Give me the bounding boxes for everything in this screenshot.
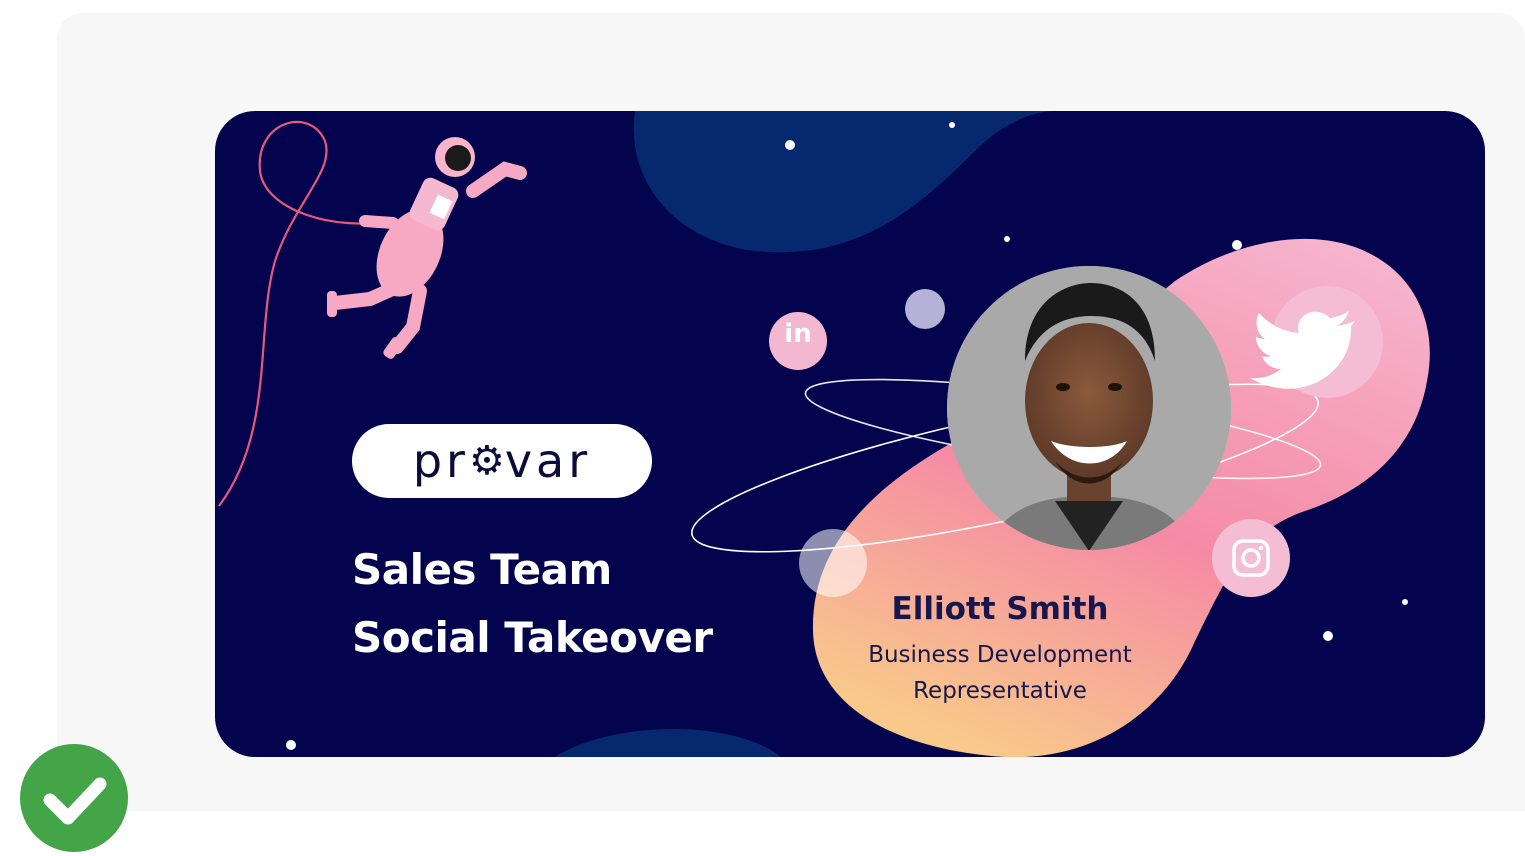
provar-logo: pr ⚙ var [352,424,652,498]
image-card: in pr ⚙ var Sales Team Social Takeover E… [57,13,1525,811]
check-circle-icon [20,744,128,852]
star-dot [286,740,296,750]
gear-icon: ⚙ [468,438,505,484]
planet-lavender [905,289,945,329]
headline-line-2: Social Takeover [352,613,713,662]
star-dot [1232,240,1242,250]
role-line-2: Representative [913,678,1087,704]
instagram-bubble [1212,519,1290,597]
astronaut-illustration [327,137,527,359]
bottom-blue-blob [555,728,780,757]
linkedin-icon: in [784,319,812,349]
top-blue-blob [633,111,1055,253]
star-dot [1402,599,1408,605]
planet-translucent [799,529,867,597]
star-dot [949,122,955,128]
logo-text-end: var [504,434,592,488]
star-dot [1323,631,1333,641]
star-dot [1004,236,1010,242]
banner-headline: Sales Team Social Takeover [352,536,713,672]
logo-text-start: pr [412,434,469,488]
person-name: Elliott Smith [891,591,1109,627]
headline-line-1: Sales Team [352,545,612,594]
star-dot [785,140,795,150]
social-takeover-banner: in pr ⚙ var Sales Team Social Takeover E… [215,111,1485,757]
role-line-1: Business Development [868,642,1132,668]
checkmark-icon [43,777,107,825]
person-role: Business Development Representative [815,637,1185,709]
